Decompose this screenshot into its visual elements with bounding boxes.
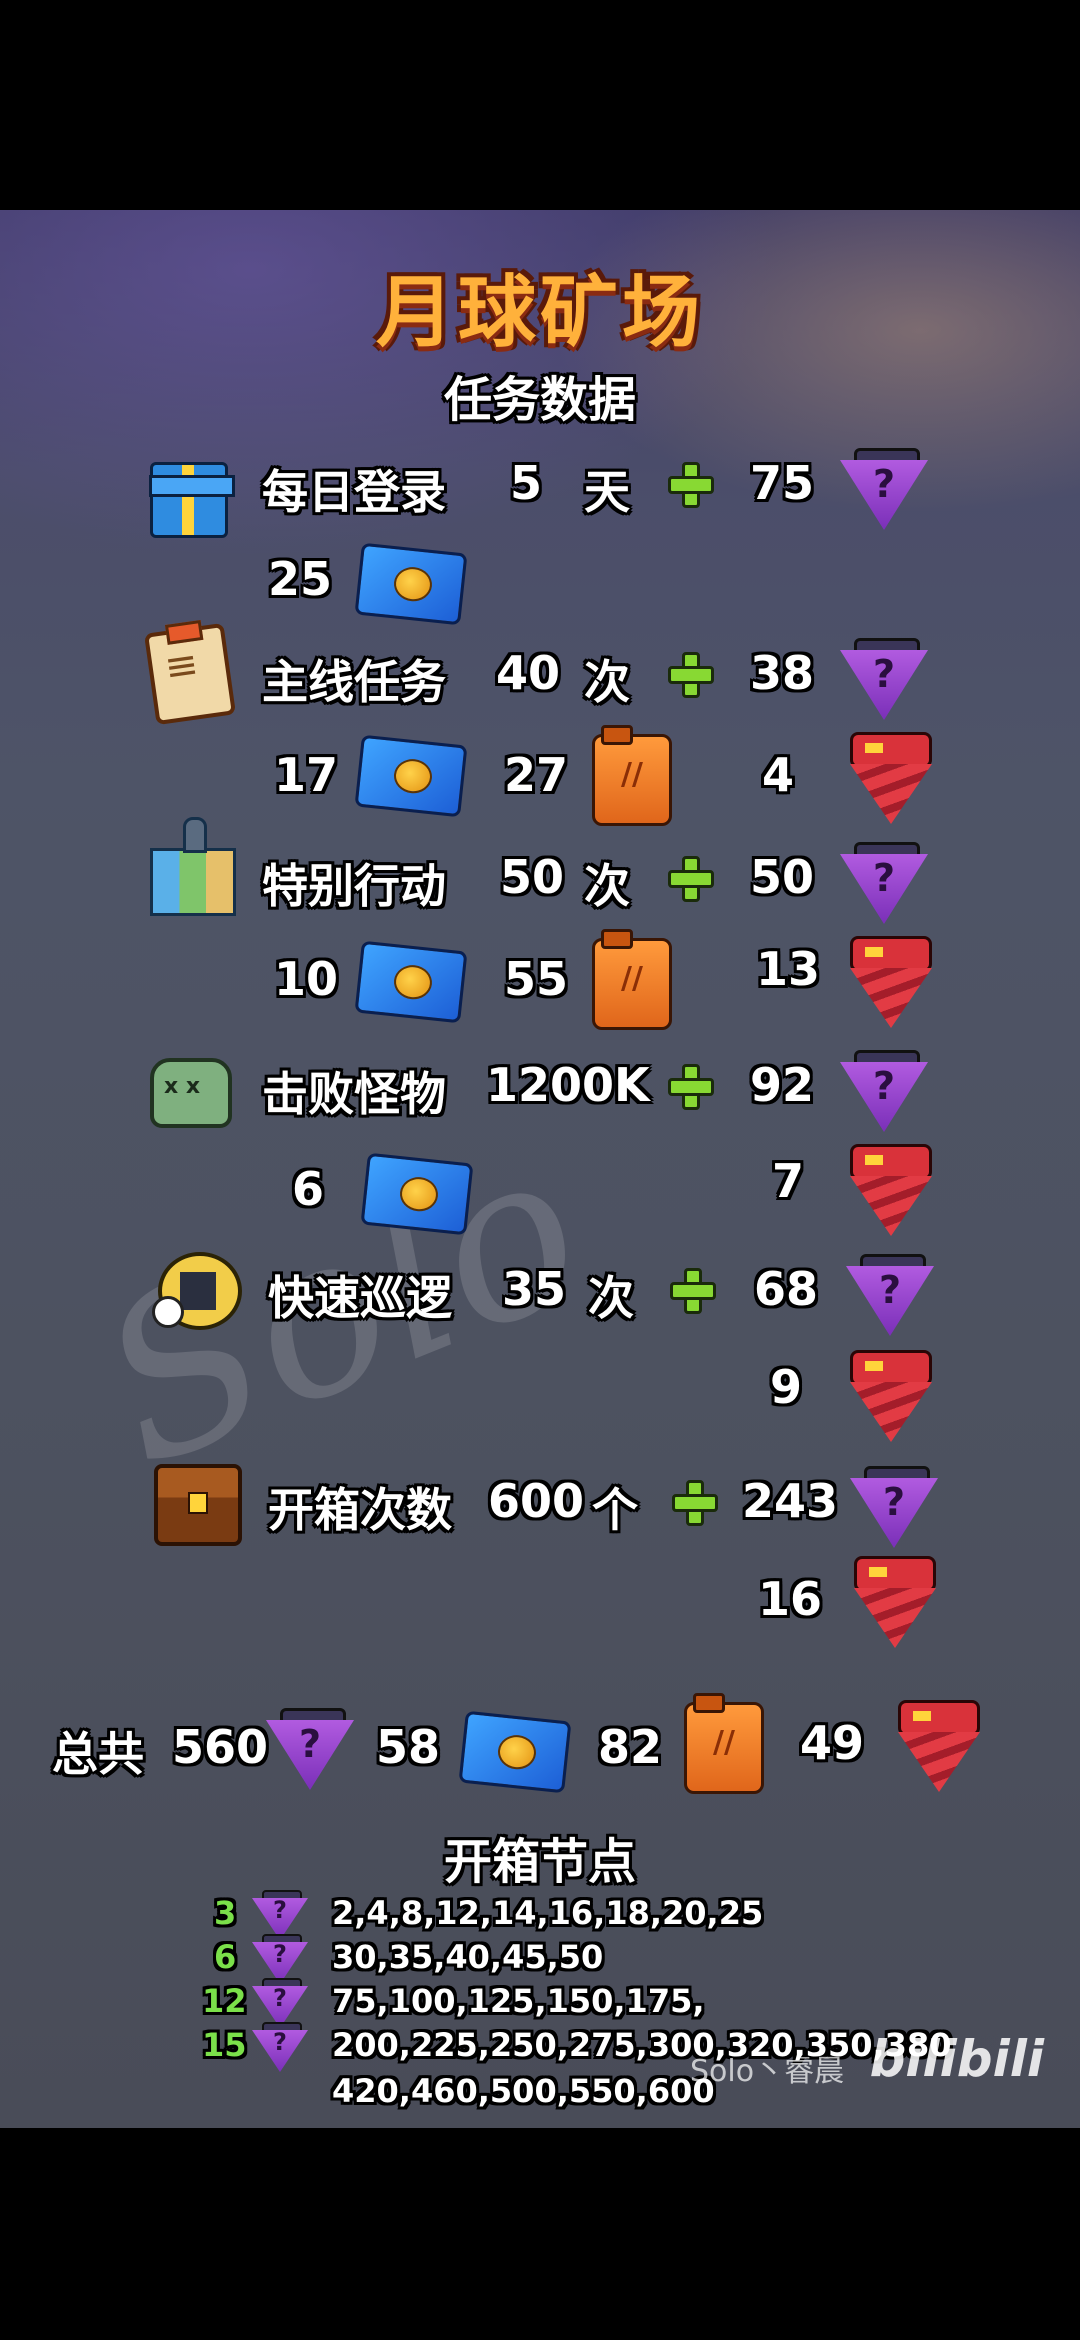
page-title: 月球矿场 xyxy=(375,268,704,358)
drill-reward: 9 xyxy=(770,1360,803,1414)
task-unit: 次 xyxy=(588,1271,634,1325)
gem-icon: ? xyxy=(252,1934,308,1984)
clipboard-icon xyxy=(143,622,237,726)
gem-icon: ? xyxy=(840,448,928,530)
node-reward: 15 xyxy=(202,2026,247,2064)
drill-reward: 16 xyxy=(758,1572,823,1626)
fuel-can-icon xyxy=(592,725,672,826)
node-values: 200,225,250,275,300,320,350,380 xyxy=(332,2026,952,2064)
task-label: 主线任务 xyxy=(262,655,446,709)
plus-icon xyxy=(668,652,714,698)
gem-icon: ? xyxy=(840,638,928,720)
gem-reward: 50 xyxy=(750,850,815,904)
drill-reward: 7 xyxy=(772,1154,805,1208)
gem-icon: ? xyxy=(846,1254,934,1336)
ticket-icon xyxy=(458,1710,572,1794)
ticket-reward: 17 xyxy=(274,748,339,802)
map-icon xyxy=(150,817,236,916)
gem-icon: ? xyxy=(840,1050,928,1132)
task-label: 特别行动 xyxy=(262,859,446,913)
drill-icon xyxy=(846,1144,934,1236)
task-count: 40 xyxy=(496,646,561,700)
drill-icon xyxy=(846,936,934,1028)
node-values: 420,460,500,550,600 xyxy=(332,2072,715,2110)
node-values: 30,35,40,45,50 xyxy=(332,1938,604,1976)
gem-icon: ? xyxy=(840,842,928,924)
ticket-reward: 25 xyxy=(268,552,333,606)
can-reward: 27 xyxy=(504,748,569,802)
drill-icon xyxy=(846,732,934,824)
info-panel: Solo 月球矿场 任务数据 每日登录 5 天 75 ? 25 主线任务 40 … xyxy=(0,210,1080,2128)
gem-icon: ? xyxy=(850,1466,938,1548)
page-subtitle: 任务数据 xyxy=(443,372,636,428)
ticket-icon xyxy=(354,734,468,818)
patrol-clock-icon xyxy=(152,1252,242,1330)
bilibili-logo: bilibili xyxy=(869,2030,1044,2088)
node-reward: 6 xyxy=(214,1938,237,1976)
drill-reward: 4 xyxy=(762,748,795,802)
node-values: 75,100,125,150,175, xyxy=(332,1982,705,2020)
total-ticket: 58 xyxy=(376,1720,441,1774)
task-unit: 次 xyxy=(584,655,630,709)
ticket-icon xyxy=(360,1152,474,1236)
plus-icon xyxy=(668,1064,714,1110)
ticket-reward: 10 xyxy=(274,952,339,1006)
fuel-can-icon xyxy=(684,1693,764,1794)
task-count: 35 xyxy=(502,1262,567,1316)
gem-reward: 38 xyxy=(750,646,815,700)
node-values: 2,4,8,12,14,16,18,20,25 xyxy=(332,1894,764,1932)
task-label: 快速巡逻 xyxy=(268,1271,452,1325)
plus-icon xyxy=(668,856,714,902)
ticket-icon xyxy=(354,940,468,1024)
task-count: 5 xyxy=(510,456,543,510)
task-unit: 个 xyxy=(592,1483,638,1537)
total-can: 82 xyxy=(598,1720,663,1774)
gem-icon: ? xyxy=(252,2022,308,2072)
gem-reward: 75 xyxy=(750,456,815,510)
gem-reward: 68 xyxy=(754,1262,819,1316)
drill-reward: 13 xyxy=(756,942,821,996)
task-unit: 次 xyxy=(584,859,630,913)
task-label: 开箱次数 xyxy=(268,1483,452,1537)
gem-reward: 92 xyxy=(750,1058,815,1112)
total-gem: 560 xyxy=(172,1720,269,1774)
task-count: 50 xyxy=(500,850,565,904)
uploader-overlay: Solo丶睿晨 xyxy=(690,2054,845,2089)
ticket-icon xyxy=(354,542,468,626)
node-reward: 3 xyxy=(214,1894,237,1932)
gem-icon: ? xyxy=(252,1890,308,1940)
drill-icon xyxy=(850,1556,938,1648)
nodes-title: 开箱节点 xyxy=(443,1834,636,1890)
gem-icon: ? xyxy=(252,1978,308,2028)
treasure-chest-icon xyxy=(154,1464,242,1546)
can-reward: 55 xyxy=(504,952,569,1006)
drill-icon xyxy=(846,1350,934,1442)
plus-icon xyxy=(670,1268,716,1314)
task-label: 每日登录 xyxy=(262,465,446,519)
gem-icon: ? xyxy=(266,1708,354,1790)
plus-icon xyxy=(672,1480,718,1526)
task-count: 600 xyxy=(488,1474,585,1528)
drill-icon xyxy=(894,1700,982,1792)
task-count: 1200K xyxy=(486,1058,650,1112)
slime-monster-icon xyxy=(150,1058,232,1128)
gift-icon xyxy=(149,462,235,538)
ticket-reward: 6 xyxy=(292,1162,325,1216)
total-drill: 49 xyxy=(800,1716,865,1770)
gem-reward: 243 xyxy=(742,1474,839,1528)
task-label: 击败怪物 xyxy=(262,1067,446,1121)
task-unit: 天 xyxy=(584,465,630,519)
total-label: 总共 xyxy=(52,1727,144,1781)
fuel-can-icon xyxy=(592,929,672,1030)
plus-icon xyxy=(668,462,714,508)
node-reward: 12 xyxy=(202,1982,247,2020)
